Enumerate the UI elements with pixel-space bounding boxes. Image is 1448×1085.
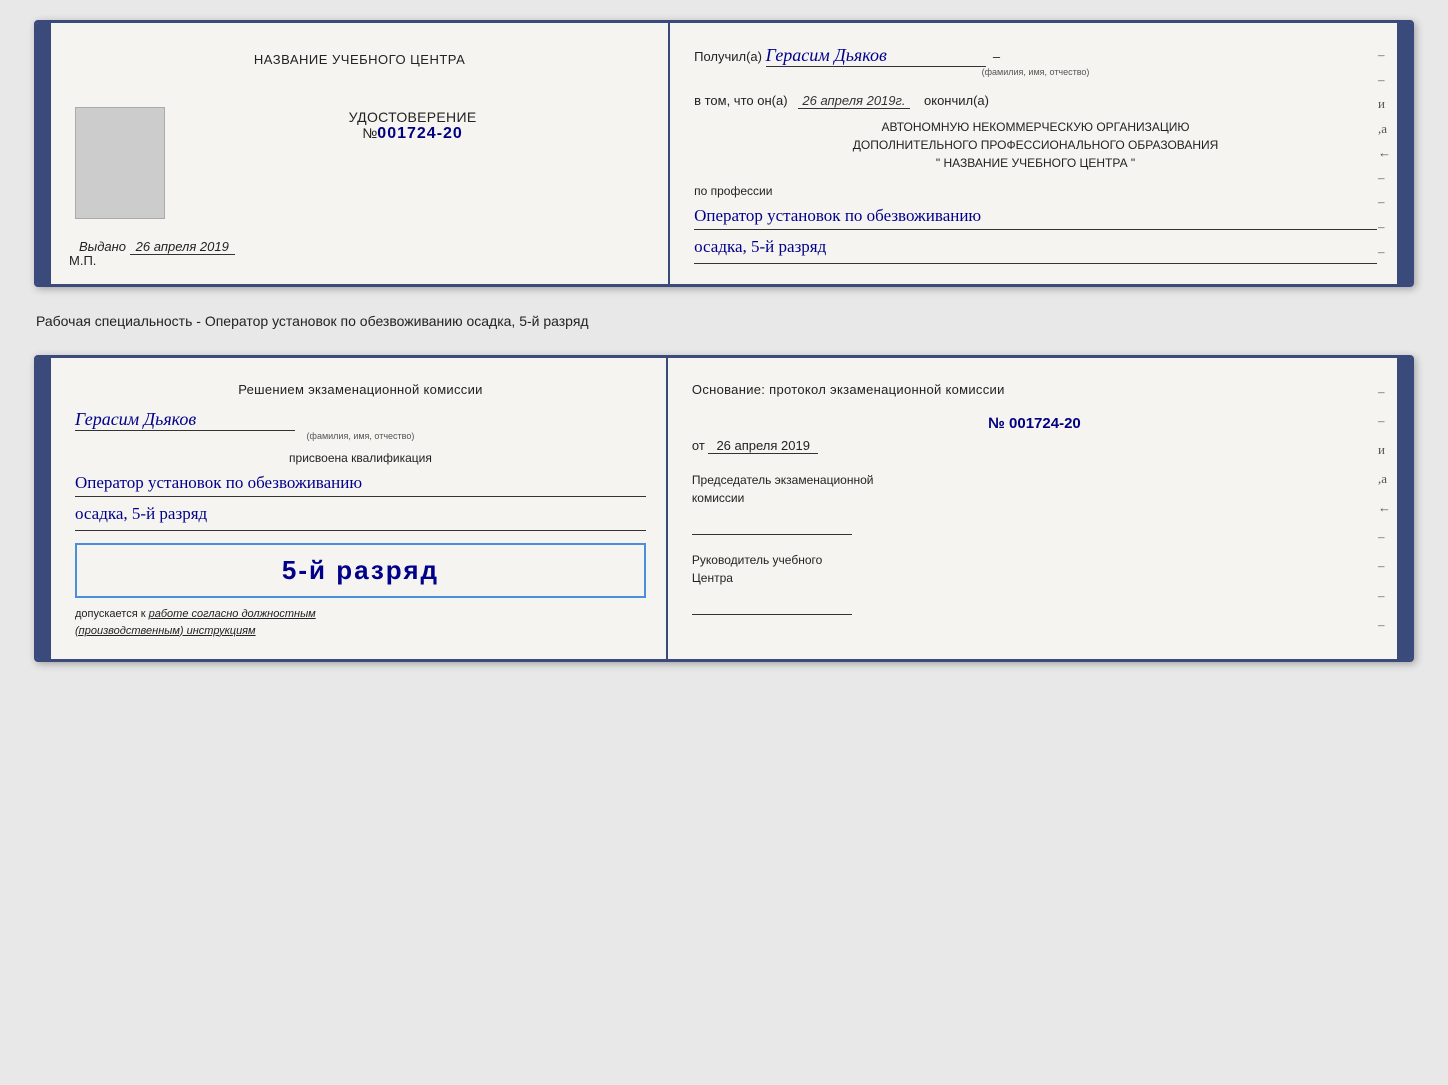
document-card-1: НАЗВАНИЕ УЧЕБНОГО ЦЕНТРА УДОСТОВЕРЕНИЕ №… <box>34 20 1414 287</box>
profession-line2: осадка, 5-й разряд <box>694 232 1377 264</box>
cert-number-display: №001724-20 <box>181 125 644 143</box>
org-line3: " НАЗВАНИЕ УЧЕБНОГО ЦЕНТРА " <box>694 154 1377 172</box>
director-block: Руководитель учебного Центра <box>692 551 1377 615</box>
org-block-1: АВТОНОМНУЮ НЕКОММЕРЧЕСКУЮ ОРГАНИЗАЦИЮ ДО… <box>694 118 1377 172</box>
cert-number: 001724-20 <box>377 125 463 142</box>
right-dashes-2: ––и,а←–––– <box>1378 358 1391 659</box>
chairman-signature-line <box>692 513 852 535</box>
cert-issued-1: Выдано 26 апреля 2019 <box>75 239 644 254</box>
doc-left-1: НАЗВАНИЕ УЧЕБНОГО ЦЕНТРА УДОСТОВЕРЕНИЕ №… <box>51 23 670 284</box>
допускается-text: допускается к работе согласно должностны… <box>75 606 646 639</box>
specialty-text: Рабочая специальность - Оператор установ… <box>34 305 1414 337</box>
director-line2: Центра <box>692 571 733 585</box>
chairman-line1: Председатель экзаменационной <box>692 473 874 487</box>
chairman-label: Председатель экзаменационной комиссии <box>692 471 1377 507</box>
right-dashes-1: ––и,а←–––– <box>1378 23 1391 284</box>
mp-label-1: М.П. <box>69 253 96 268</box>
osnov-title: Основание: протокол экзаменационной коми… <box>692 380 1377 400</box>
protocol-date: 26 апреля 2019 <box>708 438 818 454</box>
date-prefix-2: от <box>692 438 705 453</box>
fio-label-2: (фамилия, имя, отчество) <box>75 431 646 441</box>
received-line-1: Получил(а) Герасим Дьяков – (фамилия, им… <box>694 45 1377 77</box>
protocol-number: № 001724-20 <box>692 415 1377 432</box>
chairman-line2: комиссии <box>692 491 744 505</box>
cert-title-1: УДОСТОВЕРЕНИЕ <box>181 109 644 125</box>
date-line-2: от 26 апреля 2019 <box>692 438 1377 453</box>
school-name-header-1: НАЗВАНИЕ УЧЕБНОГО ЦЕНТРА <box>75 51 644 69</box>
profession-line1: Оператор установок по обезвоживанию <box>694 202 1377 230</box>
допускается-underline: работе согласно должностным <box>149 608 316 620</box>
doc-spine-right-1 <box>1397 23 1411 284</box>
chairman-block: Председатель экзаменационной комиссии <box>692 471 1377 535</box>
director-line1: Руководитель учебного <box>692 553 822 567</box>
rank-big: 5-й разряд <box>282 555 439 586</box>
confirmed-line-1: в том, что он(а) 26 апреля 2019г. окончи… <box>694 93 1377 108</box>
doc-right-2: Основание: протокол экзаменационной коми… <box>668 358 1397 659</box>
photo-placeholder-1 <box>75 107 165 219</box>
qualification-block: Оператор установок по обезвоживанию осад… <box>75 469 646 531</box>
profession-label-1: по профессии <box>694 184 1377 198</box>
received-prefix: Получил(а) <box>694 49 762 64</box>
org-line2: ДОПОЛНИТЕЛЬНОГО ПРОФЕССИОНАЛЬНОГО ОБРАЗО… <box>694 136 1377 154</box>
doc-left-2: Решением экзаменационной комиссии Гераси… <box>51 358 668 659</box>
допускается-suffix: (производственным) инструкциям <box>75 625 256 637</box>
qualification-line1: Оператор установок по обезвоживанию <box>75 469 646 497</box>
document-card-2: Решением экзаменационной комиссии Гераси… <box>34 355 1414 662</box>
assigned-label: присвоена квалификация <box>75 451 646 465</box>
допускается-prefix: допускается к <box>75 608 146 620</box>
qualification-line2: осадка, 5-й разряд <box>75 499 646 531</box>
cert-number-label: № <box>362 125 377 141</box>
doc-spine-right-2 <box>1397 358 1411 659</box>
protocol-number-block: № 001724-20 <box>692 415 1377 432</box>
completed-label-1: окончил(а) <box>924 93 989 108</box>
recipient-name-2: Герасим Дьяков <box>75 409 295 431</box>
director-signature-line <box>692 593 852 615</box>
cert-info-1: УДОСТОВЕРЕНИЕ №001724-20 <box>181 109 644 143</box>
org-line1: АВТОНОМНУЮ НЕКОММЕРЧЕСКУЮ ОРГАНИЗАЦИЮ <box>694 118 1377 136</box>
doc-spine-left-1 <box>37 23 51 284</box>
page-wrapper: НАЗВАНИЕ УЧЕБНОГО ЦЕНТРА УДОСТОВЕРЕНИЕ №… <box>34 20 1414 662</box>
recipient-name-1: Герасим Дьяков <box>766 45 986 67</box>
rank-box: 5-й разряд <box>75 543 646 598</box>
confirmed-date-1: 26 апреля 2019г. <box>798 93 909 109</box>
commission-title: Решением экзаменационной комиссии <box>75 380 646 400</box>
fio-label-1: (фамилия, имя, отчество) <box>694 67 1377 77</box>
doc-right-1: Получил(а) Герасим Дьяков – (фамилия, им… <box>670 23 1397 284</box>
confirmed-text-1: в том, что он(а) <box>694 93 787 108</box>
recipient-line-2: Герасим Дьяков (фамилия, имя, отчество) <box>75 409 646 441</box>
issued-date: 26 апреля 2019 <box>130 239 235 255</box>
director-label: Руководитель учебного Центра <box>692 551 1377 587</box>
doc-spine-left-2 <box>37 358 51 659</box>
